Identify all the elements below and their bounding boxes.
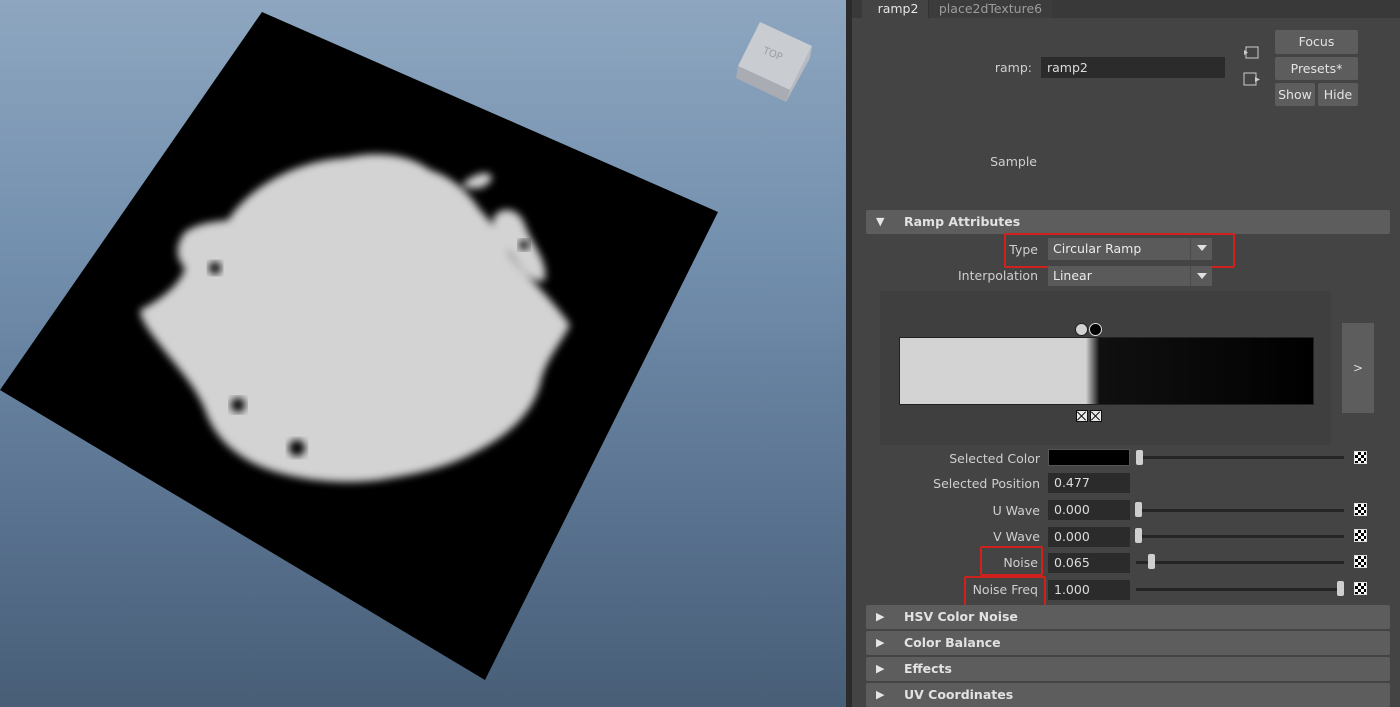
section-hsv-color-noise[interactable]: ▶ HSV Color Noise xyxy=(866,605,1390,629)
expand-triangle-icon: ▶ xyxy=(876,662,885,675)
interpolation-label: Interpolation xyxy=(958,268,1038,283)
sample-label: Sample xyxy=(990,154,1037,169)
noise-slider-track[interactable] xyxy=(1136,561,1344,564)
view-cube[interactable]: TOP xyxy=(736,22,812,102)
ramp-color-marker-white[interactable] xyxy=(1075,323,1088,336)
selected-color-slider-handle[interactable] xyxy=(1136,450,1143,465)
tab-label: ramp2 xyxy=(877,1,919,16)
v-wave-slider-track[interactable] xyxy=(1136,535,1344,538)
chevron-down-icon xyxy=(1190,266,1212,286)
ramp-color-marker-black[interactable] xyxy=(1089,323,1102,336)
section-title: Color Balance xyxy=(904,635,1001,650)
expand-triangle-icon: ▶ xyxy=(876,636,885,649)
section-effects[interactable]: ▶ Effects xyxy=(866,657,1390,681)
highlight-type xyxy=(1004,233,1235,268)
tab-ramp2[interactable]: ramp2 xyxy=(862,0,934,18)
interpolation-dropdown-value: Linear xyxy=(1053,268,1092,283)
u-wave-slider-track[interactable] xyxy=(1136,509,1344,512)
selected-color-label: Selected Color xyxy=(949,451,1040,466)
node-name-label: ramp: xyxy=(994,60,1032,75)
noise-freq-slider-track[interactable] xyxy=(1136,588,1344,591)
map-texture-icon[interactable] xyxy=(1354,503,1367,516)
u-wave-label: U Wave xyxy=(992,503,1040,518)
v-wave-slider-handle[interactable] xyxy=(1135,528,1142,543)
noise-slider-handle[interactable] xyxy=(1148,554,1155,569)
delete-marker-icon[interactable] xyxy=(1090,410,1102,422)
highlight-noise-freq xyxy=(964,576,1046,608)
presets-button[interactable]: Presets* xyxy=(1275,57,1358,80)
section-title: Ramp Attributes xyxy=(904,214,1021,229)
u-wave-slider-handle[interactable] xyxy=(1135,502,1142,517)
selected-color-slider-track[interactable] xyxy=(1136,456,1344,459)
section-ramp-attributes[interactable]: ▼ Ramp Attributes xyxy=(866,210,1390,234)
u-wave-field[interactable]: 0.000 xyxy=(1048,500,1130,520)
map-texture-icon[interactable] xyxy=(1354,582,1367,595)
tab-bar: ramp2 place2dTexture6 xyxy=(852,0,1400,18)
section-title: Effects xyxy=(904,661,952,676)
hide-button[interactable]: Hide xyxy=(1318,83,1358,106)
show-button[interactable]: Show xyxy=(1275,83,1315,106)
viewport-3d[interactable]: TOP xyxy=(0,0,846,707)
node-name-field[interactable]: ramp2 xyxy=(1041,57,1225,78)
expand-ramp-button[interactable]: > xyxy=(1342,323,1374,413)
expand-triangle-icon: ▶ xyxy=(876,610,885,623)
interpolation-dropdown[interactable]: Linear xyxy=(1048,266,1212,286)
selected-position-field[interactable]: 0.477 xyxy=(1048,473,1130,493)
highlight-noise xyxy=(980,546,1043,576)
delete-marker-icon[interactable] xyxy=(1076,410,1088,422)
map-texture-icon[interactable] xyxy=(1354,529,1367,542)
section-title: UV Coordinates xyxy=(904,687,1014,702)
focus-button[interactable]: Focus xyxy=(1275,30,1358,54)
map-texture-icon[interactable] xyxy=(1354,555,1367,568)
v-wave-field[interactable]: 0.000 xyxy=(1048,527,1130,547)
collapse-triangle-icon: ▼ xyxy=(876,215,885,228)
input-connection-icon[interactable] xyxy=(1243,46,1259,59)
ramp-gradient[interactable] xyxy=(899,337,1314,405)
attribute-editor: ramp2 place2dTexture6 ramp: ramp2 Focus … xyxy=(852,0,1400,707)
tab-place2dtexture6[interactable]: place2dTexture6 xyxy=(928,0,1052,18)
section-title: HSV Color Noise xyxy=(904,609,1018,624)
selected-color-swatch[interactable] xyxy=(1048,449,1130,466)
v-wave-label: V Wave xyxy=(993,529,1040,544)
output-connection-icon[interactable] xyxy=(1243,72,1261,87)
selected-position-label: Selected Position xyxy=(933,476,1040,491)
noise-field[interactable]: 0.065 xyxy=(1048,553,1130,573)
tab-label: place2dTexture6 xyxy=(938,1,1043,16)
map-texture-icon[interactable] xyxy=(1354,451,1367,464)
expand-triangle-icon: ▶ xyxy=(876,688,885,701)
section-uv-coordinates[interactable]: ▶ UV Coordinates xyxy=(866,683,1390,707)
section-color-balance[interactable]: ▶ Color Balance xyxy=(866,631,1390,655)
noise-freq-field[interactable]: 1.000 xyxy=(1048,580,1130,600)
noise-freq-slider-handle[interactable] xyxy=(1337,581,1344,596)
viewport-scene: TOP xyxy=(0,12,812,680)
